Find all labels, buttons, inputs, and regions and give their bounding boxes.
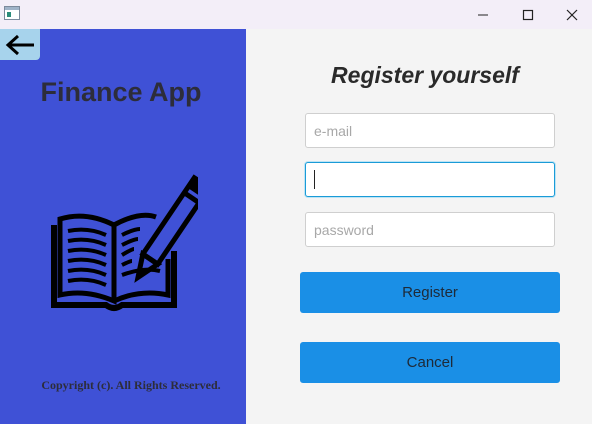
maximize-icon xyxy=(522,9,534,20)
register-button[interactable]: Register xyxy=(300,272,560,313)
email-field[interactable] xyxy=(305,113,555,148)
cancel-button[interactable]: Cancel xyxy=(300,342,560,383)
app-title: Finance App xyxy=(40,77,202,107)
minimize-button[interactable] xyxy=(460,0,506,29)
close-icon xyxy=(566,9,578,20)
username-field[interactable] xyxy=(305,162,555,197)
text-caret xyxy=(314,170,315,189)
password-field[interactable] xyxy=(305,212,555,247)
title-bar xyxy=(0,0,592,29)
maximize-button[interactable] xyxy=(505,0,551,29)
app-window-icon xyxy=(4,6,20,20)
back-button[interactable] xyxy=(0,29,40,60)
form-title: Register yourself xyxy=(331,62,519,88)
book-pencil-icon xyxy=(51,174,198,311)
minimize-icon xyxy=(478,14,488,15)
copyright-text: Copyright (c). All Rights Reserved. xyxy=(41,378,221,392)
sidebar-panel: Finance App Copyright (c). All Rights Re… xyxy=(0,29,246,424)
close-button[interactable] xyxy=(549,0,592,29)
arrow-left-icon xyxy=(5,34,34,55)
